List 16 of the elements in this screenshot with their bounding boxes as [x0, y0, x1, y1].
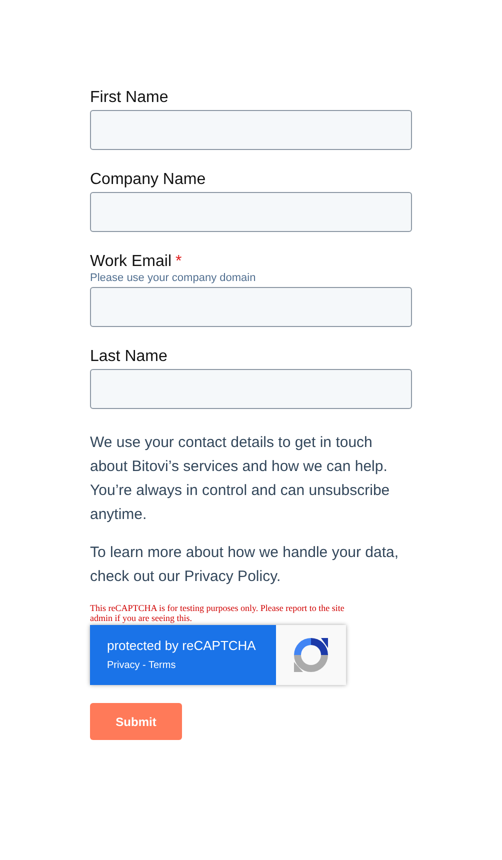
- recaptcha-title: protected by reCAPTCHA: [107, 638, 257, 653]
- field-hint: Please use your company domain: [90, 272, 257, 284]
- input-field[interactable]: [90, 192, 412, 232]
- field-label: Company Name: [90, 171, 206, 189]
- field-label: Work Email: [90, 253, 172, 271]
- required-mark: *: [176, 253, 182, 271]
- consent-text: To learn more about how we handle your data, check out our Privacy Policy.: [90, 543, 400, 587]
- recaptcha-warning: This reCAPTCHA is for testing purposes only. Please report to the site admin if you are seeing this.: [90, 603, 346, 623]
- field-label: Last Name: [90, 348, 168, 366]
- submit-button[interactable]: Submit: [90, 703, 182, 740]
- recaptcha-links[interactable]: Privacy - Terms: [107, 660, 276, 671]
- consent-text: We use your contact details to get in touch about Bitovi’s services and how we can help. You’re always in control and can unsubscribe anytime.: [90, 433, 391, 525]
- input-field[interactable]: [90, 369, 412, 409]
- input-field[interactable]: [90, 110, 412, 150]
- input-field[interactable]: [90, 287, 412, 327]
- field-label: First Name: [90, 89, 168, 107]
